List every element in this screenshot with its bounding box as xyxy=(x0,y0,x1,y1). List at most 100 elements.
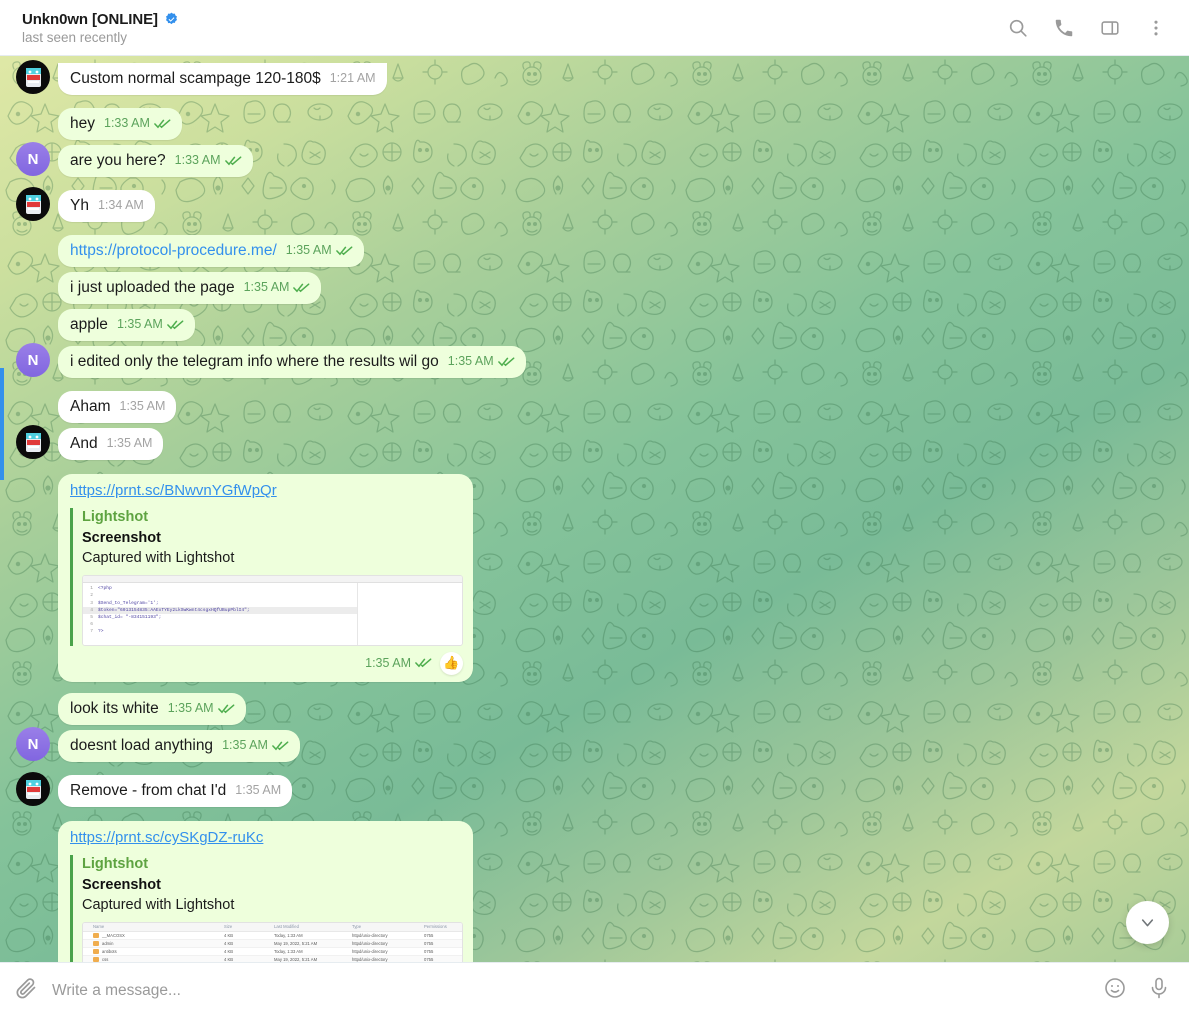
message-meta: 1:33 AM xyxy=(104,115,171,131)
link-preview-message[interactable]: https://prnt.sc/cySKgDZ-ruKc Lightshot S… xyxy=(58,821,473,962)
message-list[interactable]: Custom normal scampage 120-180$ 1:21 AM … xyxy=(0,56,1189,962)
microphone-icon[interactable] xyxy=(1147,976,1171,1005)
avatar[interactable] xyxy=(16,187,50,221)
line-number: 4 xyxy=(90,607,93,613)
avatar[interactable] xyxy=(16,425,50,459)
link-preview-card[interactable]: Lightshot Screenshot Captured with Light… xyxy=(70,855,463,962)
message-list-area: Custom normal scampage 120-180$ 1:21 AM … xyxy=(0,56,1189,962)
file-modified-cell: Today, 1:33 AM xyxy=(274,932,303,938)
file-name-text: admin xyxy=(102,940,114,946)
table-row[interactable]: antibots 4 KB Today, 1:33 AM httpd/unix-dir… xyxy=(83,948,462,957)
avatar[interactable] xyxy=(16,60,50,94)
link-preview-image[interactable]: 1 <?php 2 3 $Send_to_Telegram='1'; 4 $to… xyxy=(82,575,463,647)
message-bubble[interactable]: And 1:35 AM xyxy=(58,428,164,460)
message-bubble[interactable]: hey 1:33 AM xyxy=(58,108,182,140)
double-check-icon xyxy=(497,357,515,367)
link-preview-description: Captured with Lightshot xyxy=(82,550,235,567)
link-preview-image[interactable]: Name Size Last Modified Type Permissions… xyxy=(82,922,463,962)
avatar[interactable]: N xyxy=(16,727,50,762)
double-check-icon xyxy=(415,658,432,668)
message-meta: 1:21 AM xyxy=(330,70,376,86)
message-meta: 1:34 AM xyxy=(98,197,144,213)
table-row[interactable]: admin 4 KB May 19, 2022, 5:21 AM httpd/unix… xyxy=(83,939,462,949)
line-source: $chat_id= "-834151193"; xyxy=(98,614,162,620)
file-name-cell: __MACOSX xyxy=(87,933,224,938)
message-meta: 1:35 AM xyxy=(244,279,311,295)
table-row[interactable]: __MACOSX 4 KB Today, 1:33 AM httpd/unix-dir… xyxy=(83,932,462,940)
composer-actions xyxy=(1103,976,1171,1005)
avatar-initial: N xyxy=(27,351,39,369)
scroll-to-bottom-button[interactable] xyxy=(1126,901,1169,944)
folder-icon xyxy=(93,932,99,938)
message-bubble[interactable]: Yh 1:34 AM xyxy=(58,190,155,222)
message-meta: 1:35 AM xyxy=(107,435,153,451)
avatar[interactable] xyxy=(16,772,50,807)
more-vertical-icon[interactable] xyxy=(1145,17,1167,39)
message-time: 1:33 AM xyxy=(174,153,221,168)
line-number: 7 xyxy=(90,629,93,634)
line-number: 2 xyxy=(90,593,93,599)
message-link[interactable]: https://prnt.sc/BNwvnYGfWpQr xyxy=(70,481,463,500)
code-line: 6 xyxy=(83,621,357,628)
message-text: i just uploaded the page xyxy=(70,279,235,297)
message-time: 1:35 AM xyxy=(243,280,290,295)
message-text: i edited only the telegram info where th… xyxy=(70,353,439,371)
link-preview-card[interactable]: Lightshot Screenshot Captured with Light… xyxy=(70,508,463,647)
column-header-name: Name xyxy=(93,924,105,930)
emoji-smile-icon[interactable] xyxy=(1103,976,1127,1005)
folder-icon xyxy=(93,949,99,955)
message-bubble[interactable]: doesnt load anything 1:35 AM xyxy=(58,730,300,763)
message-row: Remove - from chat I'd 1:35 AM xyxy=(0,772,1189,808)
message-time: 1:35 AM xyxy=(222,738,268,753)
message-link[interactable]: https://prnt.sc/cySKgDZ-ruKc xyxy=(70,828,463,847)
code-toolbar xyxy=(83,576,462,584)
message-meta: 1:35 AM xyxy=(222,737,289,753)
file-name-cell: antibots xyxy=(87,948,224,955)
message-bubble[interactable]: Custom normal scampage 120-180$ 1:21 AM xyxy=(58,63,387,95)
message-bubble[interactable]: apple 1:35 AM xyxy=(58,309,195,341)
message-time: 1:33 AM xyxy=(104,116,150,131)
file-name-text: antibots xyxy=(102,948,117,954)
message-time: 1:35 AM xyxy=(447,354,494,369)
file-permissions-cell: 0755 xyxy=(424,940,434,946)
message-bubble[interactable]: i just uploaded the page 1:35 AM xyxy=(58,272,322,304)
message-composer xyxy=(0,962,1189,1018)
code-line: 5 $chat_id= "-834151193"; xyxy=(83,614,357,621)
file-modified-cell: Today, 1:33 AM xyxy=(274,948,303,954)
search-icon[interactable] xyxy=(1007,17,1029,39)
link-preview-title: Screenshot xyxy=(82,876,161,893)
message-meta: 1:33 AM xyxy=(175,152,242,168)
thumbs-up-reaction-badge[interactable]: 👍 xyxy=(440,652,463,676)
telegram-chat-window: Unkn0wn [ONLINE] last seen recently Cust… xyxy=(0,0,1189,1018)
message-row: hey 1:33 AM xyxy=(0,105,1189,140)
double-check-icon xyxy=(224,156,241,166)
avatar-spacer xyxy=(16,388,50,422)
message-text: https://protocol-procedure.me/ xyxy=(70,241,277,261)
line-source: $Send_to_Telegram='1'; xyxy=(98,600,159,606)
message-bubble[interactable]: Remove - from chat I'd 1:35 AM xyxy=(58,775,293,808)
message-bubble[interactable]: Aham 1:35 AM xyxy=(58,391,177,423)
message-row: N https://prnt.sc/cySKgDZ-ruKc Lightshot… xyxy=(0,821,1189,962)
message-bubble[interactable]: https://protocol-procedure.me/ 1:35 AM xyxy=(58,235,364,267)
message-time: 1:35 AM xyxy=(119,399,166,414)
page-title: Unkn0wn [ONLINE] xyxy=(22,10,158,28)
message-bubble[interactable]: i edited only the telegram info where th… xyxy=(58,346,526,378)
file-table-header: Name Size Last Modified Type Permissions xyxy=(83,923,462,932)
file-type-cell: httpd/unix-directory xyxy=(352,932,388,938)
message-input[interactable] xyxy=(52,981,1089,1000)
file-type-cell: httpd/unix-directory xyxy=(352,940,388,946)
paperclip-icon[interactable] xyxy=(14,976,38,1005)
chat-header-info[interactable]: Unkn0wn [ONLINE] last seen recently xyxy=(22,11,1007,45)
message-time: 1:35 AM xyxy=(167,701,214,716)
message-bubble[interactable]: are you here? 1:33 AM xyxy=(58,145,253,177)
message-time: 1:34 AM xyxy=(97,198,144,213)
avatar[interactable]: N xyxy=(16,142,50,176)
avatar-spacer xyxy=(16,690,50,724)
message-link[interactable]: https://protocol-procedure.me/ xyxy=(70,242,277,259)
link-preview-message[interactable]: https://prnt.sc/BNwvnYGfWpQr Lightshot S… xyxy=(58,474,473,683)
sidebar-panel-icon[interactable] xyxy=(1099,17,1121,39)
phone-icon[interactable] xyxy=(1053,17,1075,39)
clown-avatar-icon xyxy=(25,432,41,452)
message-bubble[interactable]: look its white 1:35 AM xyxy=(58,693,246,726)
avatar[interactable]: N xyxy=(16,343,50,377)
